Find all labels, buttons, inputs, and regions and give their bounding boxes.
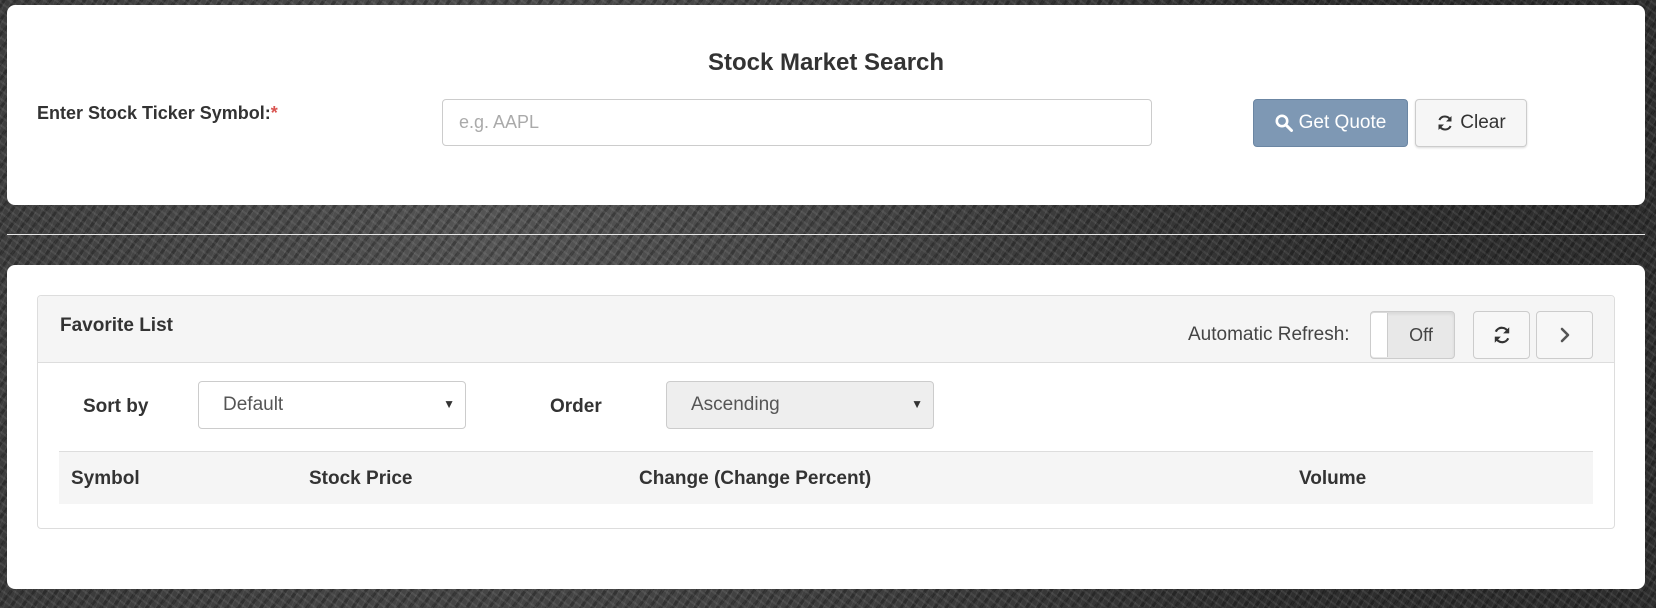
column-header-symbol[interactable]: Symbol <box>71 468 140 490</box>
refresh-button[interactable] <box>1473 311 1530 359</box>
toggle-state: Off <box>1409 324 1433 345</box>
next-button[interactable] <box>1536 311 1593 359</box>
favorite-list-box: Favorite List Automatic Refresh: Off Sor… <box>37 295 1615 529</box>
search-panel: Stock Market Search Enter Stock Ticker S… <box>7 5 1645 205</box>
get-quote-label: Get Quote <box>1298 112 1387 133</box>
refresh-icon <box>1438 115 1452 131</box>
auto-refresh-toggle[interactable]: Off <box>1370 311 1455 359</box>
section-divider <box>7 234 1645 235</box>
favorite-list-title: Favorite List <box>60 315 173 336</box>
sort-by-value: Default <box>223 394 284 415</box>
column-header-change[interactable]: Change (Change Percent) <box>639 468 871 490</box>
favorites-panel: Favorite List Automatic Refresh: Off Sor… <box>7 265 1645 589</box>
favorites-table-header: Symbol Stock Price Change (Change Percen… <box>59 451 1593 504</box>
caret-down-icon: ▼ <box>911 397 923 411</box>
chevron-right-icon <box>1560 327 1569 343</box>
refresh-icon <box>1494 326 1509 344</box>
order-label: Order <box>550 396 602 417</box>
clear-button[interactable]: Clear <box>1415 99 1527 147</box>
ticker-label: Enter Stock Ticker Symbol:* <box>37 103 278 124</box>
favorite-list-header: Favorite List Automatic Refresh: Off <box>38 296 1614 363</box>
sort-by-label: Sort by <box>83 396 149 417</box>
column-header-stock-price[interactable]: Stock Price <box>309 468 413 490</box>
toggle-knob <box>1371 313 1388 357</box>
ticker-label-text: Enter Stock Ticker Symbol: <box>37 103 271 123</box>
order-select[interactable]: Ascending ▼ <box>666 381 934 429</box>
get-quote-button[interactable]: Get Quote <box>1253 99 1408 147</box>
search-icon <box>1275 114 1293 132</box>
column-header-volume[interactable]: Volume <box>1299 468 1366 490</box>
sort-by-select[interactable]: Default ▼ <box>198 381 466 429</box>
clear-label: Clear <box>1460 112 1506 133</box>
caret-down-icon: ▼ <box>443 397 455 411</box>
ticker-input[interactable] <box>442 99 1152 146</box>
auto-refresh-label: Automatic Refresh: <box>1188 324 1350 345</box>
order-value: Ascending <box>691 394 780 415</box>
page-title: Stock Market Search <box>707 49 945 76</box>
required-mark: * <box>270 103 278 123</box>
